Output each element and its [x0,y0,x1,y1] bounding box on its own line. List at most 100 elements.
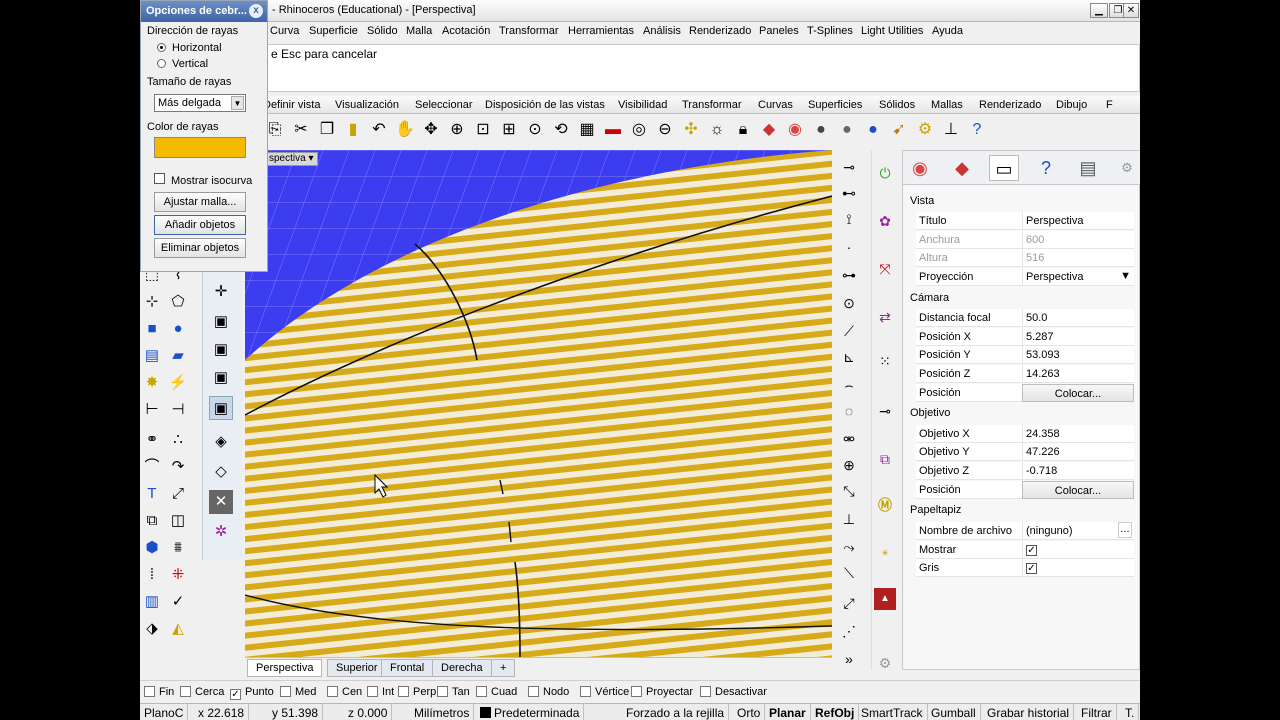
radio-vertical[interactable]: Vertical [157,58,208,70]
minimize-button[interactable]: ▁ [1090,3,1108,18]
chevron-down-icon[interactable]: ▼ [231,96,244,110]
osnap-fin[interactable]: Fin [144,686,174,698]
osnap-checkbox[interactable] [528,686,539,697]
tab-visibilidad[interactable]: Visibilidad [618,99,667,111]
panel-gear-icon[interactable]: ⚙ [1117,155,1137,181]
arc-icon[interactable]: ⌒ [140,455,164,479]
tab-dibujo[interactable]: Dibujo [1056,99,1087,111]
tab-seleccionar[interactable]: Seleccionar [415,99,472,111]
render-sphere-icon[interactable]: ● [862,119,884,141]
status-layer[interactable]: Predeterminada [476,704,585,720]
osnap-checkbox[interactable] [398,686,409,697]
cut-plane-icon[interactable]: ⬗ [140,617,164,641]
radio-horizontal-dot[interactable] [157,43,166,52]
viewport-label[interactable]: spectiva ▾ [265,152,318,166]
sphere-icon[interactable]: ● [166,317,190,341]
surface-points-icon[interactable]: ⊹ [140,290,164,314]
osnap-desactivar[interactable]: Desactivar [700,686,767,698]
chevron-down-icon[interactable]: ▼ [1120,270,1131,282]
viewport-perspectiva[interactable] [245,150,832,657]
status-units[interactable]: Milímetros [410,704,475,720]
status-smarttrack[interactable]: SmartTrack [857,704,928,720]
osnap-checkbox[interactable] [437,686,448,697]
osnap-cuad[interactable]: Cuad [476,686,517,698]
crosshair-icon[interactable]: ⊕ [838,454,860,476]
status-grid-snap[interactable]: Forzado a la rejilla [622,704,730,720]
osnap-vértice[interactable]: Vértice [580,686,629,698]
viewport-tab-frontal[interactable]: Frontal [381,659,434,677]
sculpt-icon[interactable]: ◈ [209,430,233,454]
target-y-input[interactable]: 47.226 [1022,443,1134,461]
offset-icon[interactable]: ⤳ [838,536,860,558]
osnap-checkbox[interactable] [476,686,487,697]
tab-disposicion[interactable]: Disposición de las vistas [485,99,605,111]
viewport-tab-superior[interactable]: Superior [327,659,387,677]
adjust-mesh-button[interactable]: Ajustar malla... [154,192,246,212]
segment-icon[interactable]: ⊶ [838,264,860,286]
bulb-icon[interactable]: ☼ [706,119,728,141]
cube-top-icon[interactable]: ▣ [209,338,233,362]
menu-tsplines[interactable]: T-Splines [807,25,853,37]
fillet-icon[interactable]: ↷ [166,455,190,479]
help-icon[interactable]: ? [966,119,988,141]
tab-f[interactable]: F [1106,99,1113,111]
show-isocurve-checkbox[interactable] [154,173,165,184]
target-x-input[interactable]: 24.358 [1022,425,1134,443]
dot-grid-icon[interactable]: ⁙ [874,350,896,372]
osnap-proyectar[interactable]: Proyectar [631,686,693,698]
purple-gear-icon[interactable]: ✲ [209,520,233,544]
molecule-icon[interactable]: ✿ [874,210,896,232]
layers-tab-icon[interactable]: ◆ [947,155,977,181]
cube-front-icon[interactable]: ▣ [209,310,233,334]
target-z-input[interactable]: -0.718 [1022,462,1134,480]
section-icon[interactable]: ▥ [140,590,164,614]
prop-titulo-value[interactable]: Perspectiva [1022,212,1134,230]
status-filter[interactable]: Filtrar [1077,704,1117,720]
dot-icon[interactable]: · [838,236,860,258]
tangent-icon[interactable]: ⟋ [838,320,860,342]
analyze-icon[interactable]: ⁜ [166,563,190,587]
osnap-perp[interactable]: Perp [398,686,436,698]
transform-axes-icon[interactable]: ✛ [209,280,233,304]
notes-tab-icon[interactable]: ▤ [1073,155,1103,181]
close-button[interactable]: ✕ [1123,3,1139,18]
camera-x-input[interactable]: 5.287 [1022,328,1134,346]
help-tab-icon[interactable]: ? [1031,155,1061,181]
polyline-icon[interactable]: ⟟ [838,208,860,230]
chevron-down-icon[interactable]: ▾ [308,153,313,164]
tab-definir-vista[interactable]: Definir vista [263,99,320,111]
cube-persp-icon[interactable]: ▣ [209,396,233,420]
block-icon[interactable]: ⬢ [140,536,164,560]
zoom-selected-icon[interactable]: ⊙ [524,119,546,141]
text-icon[interactable]: T [140,482,164,506]
perp-icon[interactable]: ⊥ [838,508,860,530]
array-icon[interactable]: ⁞ [140,563,164,587]
status-ortho[interactable]: Orto [733,704,766,720]
osnap-checkbox[interactable] [700,686,711,697]
settings-small-icon[interactable]: ⚙ [874,652,896,674]
cube-right-icon[interactable]: ▣ [209,366,233,390]
undo-icon[interactable]: ↶ [368,119,390,141]
wallpaper-file-input[interactable]: (ninguno)... [1022,522,1134,540]
dimension-icon[interactable]: ⤢ [166,482,190,506]
duplicate-icon[interactable]: ❐ [316,119,338,141]
axes-3d-icon[interactable]: ⤧ [874,258,896,280]
osnap-checkbox[interactable]: ✓ [230,689,241,700]
status-history[interactable]: Grabar historial [983,704,1075,720]
zebra-panel-header[interactable]: Opciones de cebr... x [141,1,267,22]
osnap-checkbox[interactable] [367,686,378,697]
osnap-cerca[interactable]: Cerca [180,686,224,698]
paste-icon[interactable]: ▮ [342,119,364,141]
menu-analisis[interactable]: Análisis [643,25,681,37]
show-wallpaper-checkbox[interactable]: ✓ [1026,545,1037,556]
rotate-view-icon[interactable]: ⟲ [550,119,572,141]
osnap-checkbox[interactable] [144,686,155,697]
camera-y-input[interactable]: 53.093 [1022,346,1134,364]
tab-superficies[interactable]: Superficies [808,99,862,111]
flash-icon[interactable]: ⚡ [166,371,190,395]
target-place-button[interactable]: Colocar... [1022,481,1134,499]
hatch-icon[interactable]: ⩩ [166,536,190,560]
camera-place-button[interactable]: Colocar... [1022,384,1134,402]
sun-icon[interactable]: ☀ [874,542,896,564]
menu-malla[interactable]: Malla [406,25,432,37]
